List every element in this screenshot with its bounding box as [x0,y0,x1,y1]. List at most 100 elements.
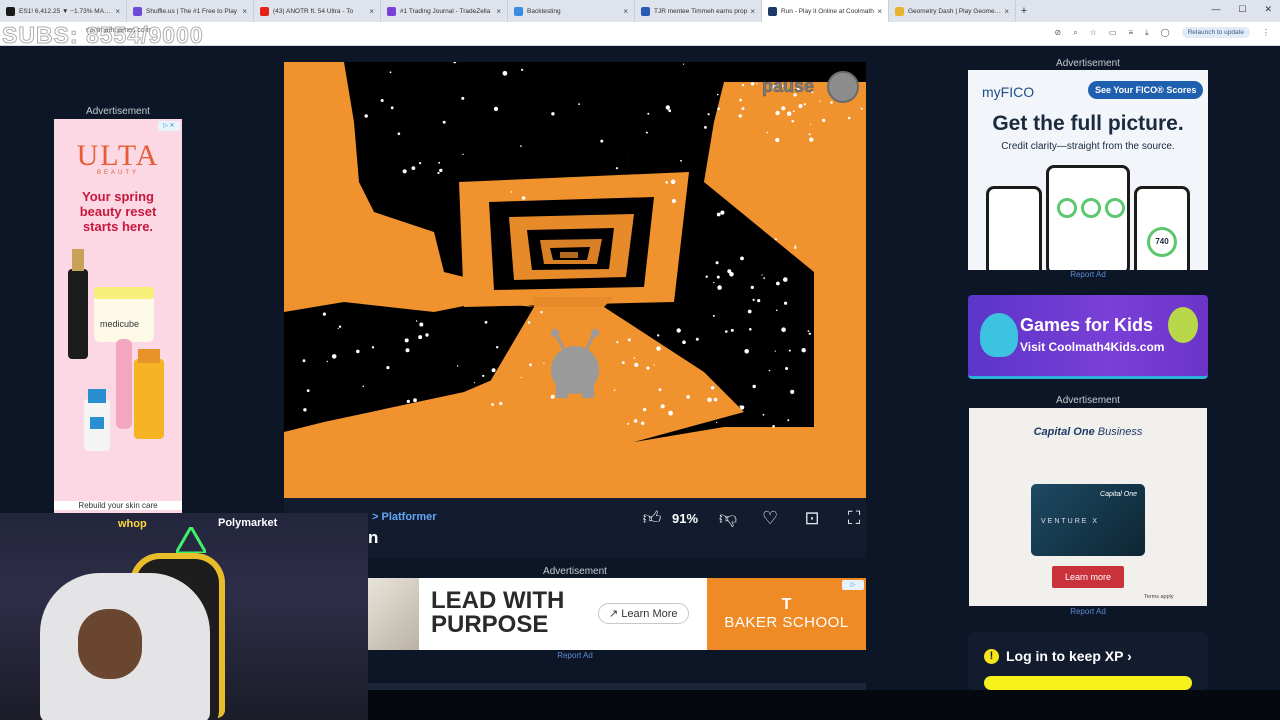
game-actions: 👍︎ 91% 👎︎ ♡ ⊡ ⛶ [640,506,866,530]
close-window-icon[interactable]: ✕ [1264,4,1272,15]
tab-title: (43) ANOTR ft. 54 Ultra - To [273,7,354,15]
thumbs-down-icon[interactable]: 👎︎ [716,506,740,530]
breadcrumb-platformer[interactable]: > Platformer [372,511,437,523]
tab-close-icon[interactable]: × [750,7,755,16]
like-percent: 91% [672,510,699,526]
star-particle [704,126,707,129]
tab-close-icon[interactable]: × [496,7,501,16]
tab-close-icon[interactable]: × [877,7,882,16]
browser-tab[interactable]: ES1! 6,412.25 ▼ −1.73% MACRO × [0,0,127,22]
minimize-icon[interactable]: — [1211,4,1220,15]
star-particle [776,281,780,286]
split-view-icon[interactable]: ▭ [1109,28,1117,37]
pause-label[interactable]: pause [762,76,815,97]
star-particle [774,350,776,352]
ulta-logo-sub: BEAUTY [96,170,139,176]
star-particle [337,327,339,330]
learn-more-button[interactable]: ↗ Learn More [598,603,689,624]
browser-tab[interactable]: Shuffle.us | The #1 Free to Play × [127,0,254,22]
star-particle [720,210,725,215]
star-particle [510,191,513,193]
star-particle [860,107,863,110]
menu-icon[interactable]: ⋮ [1262,28,1270,37]
tab-close-icon[interactable]: × [369,7,374,16]
star-particle [331,354,337,359]
login-xp-panel[interactable]: ! Log in to keep XP › [968,632,1208,690]
report-ad-link-capone[interactable]: Report Ad [968,607,1208,616]
eye-off-icon[interactable]: ⊘ [1055,28,1062,37]
pause-button[interactable] [827,71,859,103]
report-ad-link[interactable]: Report Ad [368,651,782,660]
star-particle [462,153,464,155]
star-particle [716,212,721,217]
see-fico-scores-button[interactable]: See Your FICO® Scores [1088,81,1204,99]
star-particle [707,397,712,403]
ulta-ad[interactable]: ▷ ✕ ULTA BEAUTY Your spring beauty reset… [54,119,182,513]
browser-tab[interactable]: TJR mentee Timmeh earns prop × [635,0,762,22]
star-particle [784,301,788,305]
star-particle [808,332,811,335]
star-particle [615,167,618,170]
heart-icon[interactable]: ♡ [758,506,782,530]
star-particle [442,120,446,124]
tab-title: Geometry Dash | Play Geometry [908,7,1002,15]
star-particle [491,368,496,373]
relaunch-button[interactable]: Relaunch to update [1181,27,1250,38]
login-button[interactable] [984,676,1192,690]
star-particle [402,169,407,174]
ulta-headline: Your spring beauty reset starts here. [79,189,157,234]
star-particle [775,110,780,116]
adchoices-icon[interactable]: ▷ [842,580,864,590]
profile-icon[interactable]: ◯ [1161,28,1170,37]
browser-tab[interactable]: Geometry Dash | Play Geometry × [889,0,1016,22]
coolmath4kids-banner[interactable]: Games for Kids Visit Coolmath4Kids.com [968,295,1208,379]
star-particle [747,309,752,314]
star-particle [390,106,394,110]
new-tab-button[interactable]: + [1016,5,1032,17]
star-particle [521,68,524,71]
star-particle [322,312,326,316]
beauty-products-image: medicube [68,249,164,451]
star-particle [670,179,676,185]
browser-tab[interactable]: (43) ANOTR ft. 54 Ultra - To × [254,0,381,22]
capital-one-ad[interactable]: Capital One Business Capital One VENTURE… [969,408,1207,606]
tab-close-icon[interactable]: × [242,7,247,16]
star-particle [380,99,384,102]
fullscreen-icon[interactable]: ⛶ [842,506,866,530]
zoom-icon[interactable]: ⌕ [1073,28,1077,38]
baker-school-ad[interactable]: LEAD WITH PURPOSE ↗ Learn More T BAKER S… [368,578,866,650]
medicube-label: medicube [100,319,139,329]
fico-headline: Get the full picture. [992,112,1184,135]
star-particle [819,100,821,102]
browser-tab[interactable]: Backtesting × [508,0,635,22]
capital-one-logo: Capital One Business [1033,426,1143,438]
game-canvas[interactable]: pause [284,62,866,498]
star-particle [338,325,342,328]
star-particle [356,349,360,354]
maximize-icon[interactable]: ☐ [1238,4,1246,15]
tab-close-icon[interactable]: × [1004,7,1009,16]
star-icon[interactable]: ☆ [1090,28,1097,37]
tab-strip: ES1! 6,412.25 ▼ −1.73% MACRO × Shuffle.us … [0,0,1016,22]
tab-close-icon[interactable]: × [115,7,120,16]
star-particle [647,112,650,115]
star-particle [633,357,636,359]
capital-one-learn-more-button[interactable]: Learn more [1052,566,1124,588]
star-particle [761,274,763,276]
adchoices-icon[interactable]: ▷ ✕ [158,121,180,131]
alien-mascot-icon [1168,307,1198,343]
star-particle [496,346,499,349]
star-particle [740,256,744,261]
share-icon[interactable]: ⊡ [800,506,824,530]
myfico-ad[interactable]: myFICO See Your FICO® Scores Get the ful… [968,70,1208,270]
login-xp-text[interactable]: Log in to keep XP › [1006,648,1132,664]
star-particle [627,422,630,425]
extensions-icon[interactable]: ≡ [1128,28,1133,37]
download-icon[interactable]: ⤓ [1145,28,1149,38]
window-controls: — ☐ ✕ [1211,4,1272,15]
tab-close-icon[interactable]: × [623,7,628,16]
report-ad-link-fico[interactable]: Report Ad [968,270,1208,279]
browser-tab[interactable]: Run - Play it Online at Coolmath × [762,0,889,22]
browser-tab[interactable]: #1 Trading Journal - TradeZella × [381,0,508,22]
thumbs-up-icon[interactable]: 👍︎ [640,506,664,530]
